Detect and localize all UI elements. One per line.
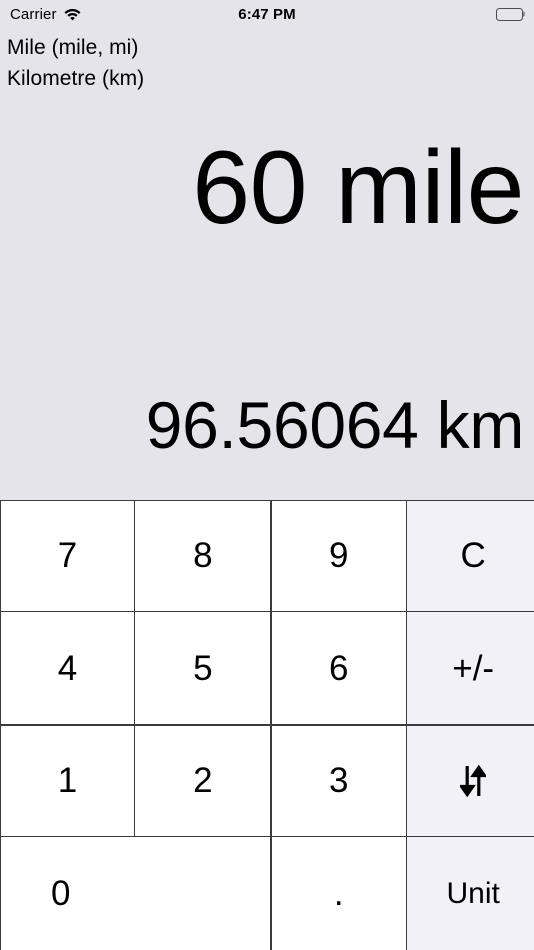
key-2-label: 2 [193,763,212,798]
key-decimal-label: . [334,876,344,911]
key-3-label: 3 [329,763,348,798]
status-bar: Carrier 6:47 PM [0,0,534,28]
key-4[interactable]: 4 [1,612,134,724]
key-4-label: 4 [58,651,77,686]
key-unit[interactable]: Unit [407,837,534,950]
key-7-label: 7 [58,538,77,573]
key-clear-label: C [461,538,486,573]
key-1[interactable]: 1 [1,726,134,836]
from-unit-label[interactable]: Mile (mile, mi) [7,32,534,63]
status-bar-right [496,8,523,21]
key-2[interactable]: 2 [135,726,270,836]
unit-labels: Mile (mile, mi) Kilometre (km) [0,28,534,94]
key-sign[interactable]: +/- [407,612,534,724]
key-7[interactable]: 7 [1,501,134,611]
swap-arrows-icon [460,764,486,798]
carrier-label: Carrier [10,6,57,23]
key-decimal[interactable]: . [272,837,406,950]
key-6-label: 6 [329,651,348,686]
key-5-label: 5 [193,651,212,686]
conversion-display: 60 mile 96.56064 km [0,94,534,500]
key-swap[interactable] [407,726,534,836]
key-0-label: 0 [51,876,70,911]
key-6[interactable]: 6 [272,612,406,724]
from-value: 60 mile [192,136,524,240]
key-3[interactable]: 3 [272,726,406,836]
to-value: 96.56064 km [146,392,524,458]
converter-app: Carrier 6:47 PM Mile (mile, mi) Kilometr… [0,0,534,950]
wifi-icon [64,8,81,21]
key-unit-label: Unit [446,879,499,909]
key-1-label: 1 [58,763,77,798]
key-sign-label: +/- [452,651,494,686]
key-8[interactable]: 8 [135,501,270,611]
key-clear[interactable]: C [407,501,534,611]
key-8-label: 8 [193,538,212,573]
key-9[interactable]: 9 [272,501,406,611]
status-bar-left: Carrier [10,6,81,23]
key-0[interactable]: 0 [1,837,270,950]
battery-full-icon [496,8,523,21]
key-5[interactable]: 5 [135,612,270,724]
to-unit-label[interactable]: Kilometre (km) [7,63,534,94]
keypad: 7 8 9 C 4 5 6 +/- 1 2 3 0. Unit [0,500,534,950]
key-9-label: 9 [329,538,348,573]
